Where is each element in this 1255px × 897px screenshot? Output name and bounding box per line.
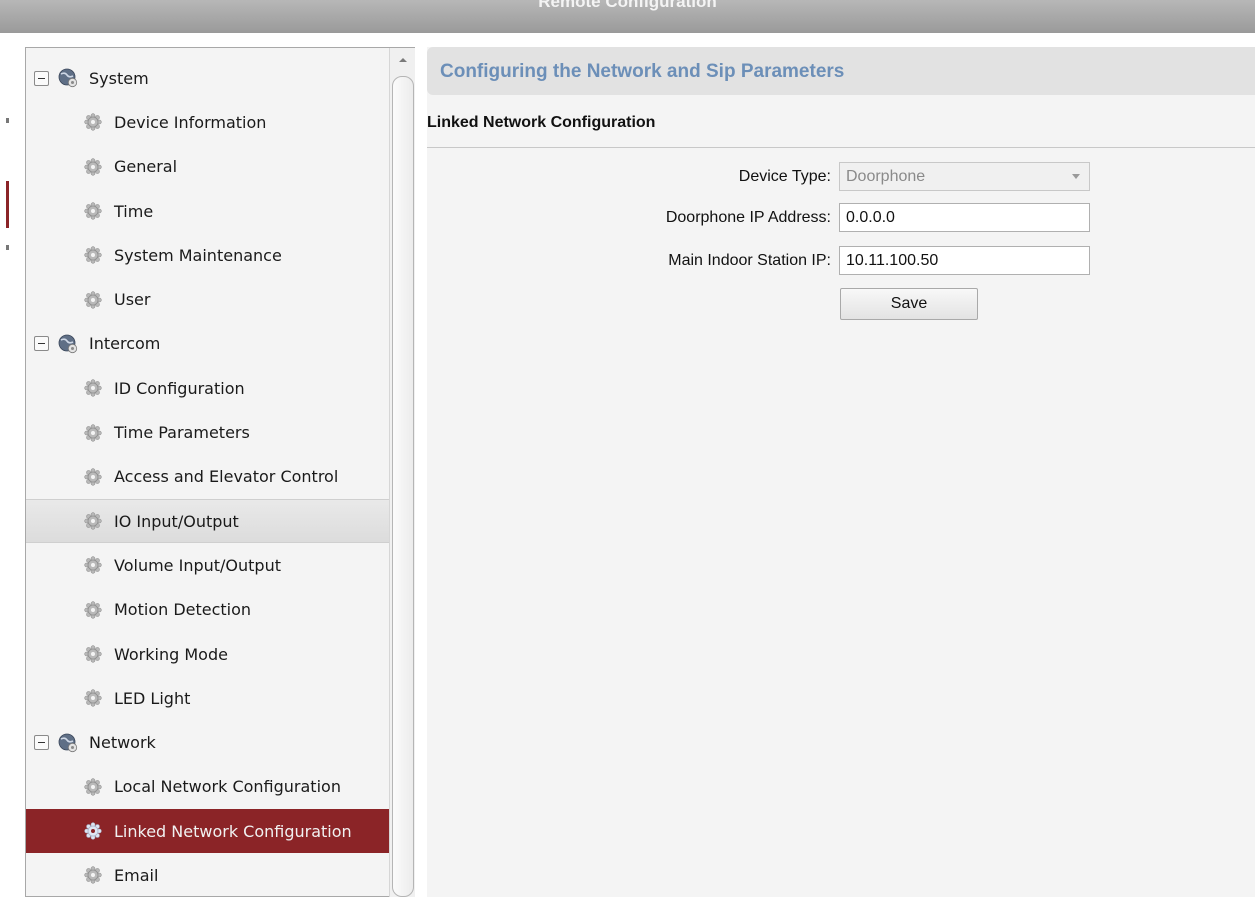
window-title: Remote Configuration [538,0,717,11]
gear-icon [84,778,102,796]
tree-item-label: Time [114,201,154,221]
tree-scrollbar[interactable] [389,48,415,897]
tree-item-label: Motion Detection [114,600,252,620]
gear-icon [84,601,102,619]
tree-item-general[interactable]: General [26,145,390,189]
doorphone-ip-value: 0.0.0.0 [846,209,895,226]
tree-group-intercom[interactable]: Intercom [26,322,390,366]
gear-icon [84,246,102,264]
tree-item-label: General [114,157,178,177]
save-button[interactable]: Save [840,288,978,320]
tree-item-label: ID Configuration [114,378,245,398]
device-type-value: Doorphone [846,168,926,185]
globe-gear-icon [58,733,78,752]
tree-item-working-mode[interactable]: Working Mode [26,632,390,676]
section-title: Linked Network Configuration [427,114,656,131]
tree-item-label: Time Parameters [114,423,250,443]
gear-icon [84,379,102,397]
main-indoor-station-ip-label: Main Indoor Station IP: [668,252,831,269]
gear-icon [84,291,102,309]
tree-item-system-maintenance[interactable]: System Maintenance [26,233,390,277]
tree-item-time[interactable]: Time [26,189,390,233]
gear-icon [84,202,102,220]
doorphone-ip-input[interactable]: 0.0.0.0 [839,203,1090,232]
remote-configuration-window: Remote Configuration System Device Inform… [0,0,1255,897]
gear-icon [84,113,102,132]
tree-item-io-input-output[interactable]: IO Input/Output [26,498,390,544]
tree-item-device-information[interactable]: Device Information [26,100,390,144]
tree-item-label: Intercom [89,334,161,354]
content-header: Configuring the Network and Sip Paramete… [427,47,1255,95]
config-tree: System Device Information General Time Syste… [26,56,390,896]
gear-icon [84,158,102,176]
gear-icon [84,512,102,530]
tree-item-label: Volume Input/Output [114,555,281,575]
tree-group-system[interactable]: System [26,56,390,100]
tree-item-time-parameters[interactable]: Time Parameters [26,410,390,454]
scroll-up-arrow-icon[interactable] [396,54,410,66]
gear-icon [84,468,102,486]
tree-item-label: Email [114,865,159,885]
edge-mark [6,118,9,123]
tree-item-label: User [114,290,151,310]
scrollbar-thumb[interactable] [392,76,414,897]
gear-icon [84,689,102,707]
dropdown-caret-icon [1072,174,1080,179]
tree-item-label: IO Input/Output [114,511,239,531]
gear-icon [84,866,102,885]
tree-item-linked-network-configuration[interactable]: Linked Network Configuration [26,809,390,854]
content-header-title: Configuring the Network and Sip Paramete… [440,61,845,82]
background-window-edge [0,33,9,897]
tree-item-label: Access and Elevator Control [114,467,339,487]
device-type-label: Device Type: [738,168,831,185]
tree-item-label: Network [89,733,156,753]
tree-item-led-light[interactable]: LED Light [26,676,390,720]
gear-icon [84,556,102,575]
tree-item-motion-detection[interactable]: Motion Detection [26,588,390,632]
config-tree-panel: System Device Information General Time Syste… [25,47,415,897]
tree-item-label: LED Light [114,688,191,708]
tree-item-label: Working Mode [114,644,228,664]
main-indoor-station-ip-value: 10.11.100.50 [846,252,939,269]
tree-item-local-network-configuration[interactable]: Local Network Configuration [26,765,390,809]
content-panel: Configuring the Network and Sip Paramete… [427,47,1255,897]
section-divider [427,147,1255,148]
edge-mark [6,181,9,228]
tree-group-network[interactable]: Network [26,720,390,764]
collapse-toggle-icon[interactable] [34,735,49,751]
tree-item-email[interactable]: Email [26,853,390,896]
edge-mark [6,245,9,250]
gear-icon [84,423,102,442]
tree-item-access-and-elevator-control[interactable]: Access and Elevator Control [26,455,390,499]
device-type-select: Doorphone [839,162,1090,191]
collapse-toggle-icon[interactable] [34,70,49,86]
main-indoor-station-ip-input[interactable]: 10.11.100.50 [839,246,1090,275]
collapse-toggle-icon[interactable] [34,336,49,352]
tree-item-label: Local Network Configuration [114,777,341,797]
gear-icon [84,645,102,663]
doorphone-ip-label: Doorphone IP Address: [665,209,831,226]
tree-item-label: Linked Network Configuration [114,821,352,841]
tree-item-user[interactable]: User [26,277,390,321]
tree-item-label: Device Information [114,112,267,132]
gear-icon [84,822,102,840]
globe-gear-icon [58,68,78,88]
tree-item-id-configuration[interactable]: ID Configuration [26,366,390,410]
title-bar[interactable]: Remote Configuration [0,0,1255,33]
globe-gear-icon [58,334,78,354]
tree-item-label: System Maintenance [114,245,282,265]
tree-item-volume-input-output[interactable]: Volume Input/Output [26,543,390,587]
tree-item-label: System [89,68,149,88]
